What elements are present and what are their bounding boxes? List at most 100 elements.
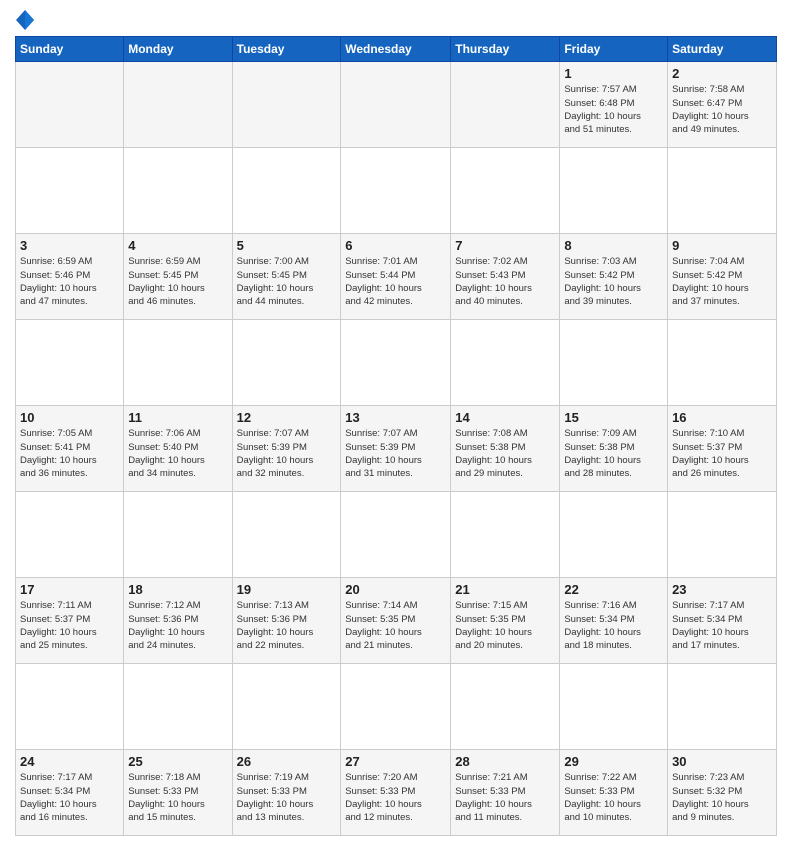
day-cell: 29 Sunrise: 7:22 AM Sunset: 5:33 PM Dayli… [560,750,668,836]
day-cell: 22 Sunrise: 7:16 AM Sunset: 5:34 PM Dayli… [560,578,668,664]
week-row-1: 3 Sunrise: 6:59 AM Sunset: 5:46 PM Daylig… [16,234,777,320]
day-number: 15 [564,410,663,425]
day-number: 5 [237,238,337,253]
day-number: 27 [345,754,446,769]
day-info: Sunrise: 7:20 AM Sunset: 5:33 PM Dayligh… [345,771,446,824]
day-number: 17 [20,582,119,597]
weekday-header-row: SundayMondayTuesdayWednesdayThursdayFrid… [16,37,777,62]
day-cell: 11 Sunrise: 7:06 AM Sunset: 5:40 PM Dayli… [124,406,232,492]
day-number: 12 [237,410,337,425]
day-cell [16,62,124,148]
day-number: 2 [672,66,772,81]
day-cell: 14Sunrise: 7:08 AM Sunset: 5:38 PM Dayli… [451,406,560,492]
header [15,10,777,30]
day-cell: 28 Sunrise: 7:21 AM Sunset: 5:33 PM Dayli… [451,750,560,836]
day-number: 13 [345,410,446,425]
day-cell: 30Sunrise: 7:23 AM Sunset: 5:32 PM Dayli… [668,750,777,836]
day-cell [451,62,560,148]
day-number: 14 [455,410,555,425]
day-info: Sunrise: 7:02 AM Sunset: 5:43 PM Dayligh… [455,255,555,308]
day-info: Sunrise: 7:07 AM Sunset: 5:39 PM Dayligh… [237,427,337,480]
weekday-header-thursday: Thursday [451,37,560,62]
week-row-0: 1 Sunrise: 7:57 AM Sunset: 6:48 PM Daylig… [16,62,777,148]
day-info: Sunrise: 7:17 AM Sunset: 5:34 PM Dayligh… [20,771,119,824]
week-row-2: 10 Sunrise: 7:05 AM Sunset: 5:41 PM Dayli… [16,406,777,492]
divider-row [16,492,777,578]
day-info: Sunrise: 6:59 AM Sunset: 5:45 PM Dayligh… [128,255,227,308]
day-cell [124,62,232,148]
day-info: Sunrise: 7:23 AM Sunset: 5:32 PM Dayligh… [672,771,772,824]
day-number: 10 [20,410,119,425]
day-number: 9 [672,238,772,253]
day-cell: 3 Sunrise: 6:59 AM Sunset: 5:46 PM Daylig… [16,234,124,320]
day-number: 25 [128,754,227,769]
day-cell [341,62,451,148]
day-number: 3 [20,238,119,253]
day-number: 8 [564,238,663,253]
day-info: Sunrise: 7:06 AM Sunset: 5:40 PM Dayligh… [128,427,227,480]
day-info: Sunrise: 7:00 AM Sunset: 5:45 PM Dayligh… [237,255,337,308]
day-info: Sunrise: 7:12 AM Sunset: 5:36 PM Dayligh… [128,599,227,652]
week-row-4: 24 Sunrise: 7:17 AM Sunset: 5:34 PM Dayli… [16,750,777,836]
weekday-header-saturday: Saturday [668,37,777,62]
day-cell: 15 Sunrise: 7:09 AM Sunset: 5:38 PM Dayli… [560,406,668,492]
day-info: Sunrise: 7:01 AM Sunset: 5:44 PM Dayligh… [345,255,446,308]
day-number: 23 [672,582,772,597]
day-number: 1 [564,66,663,81]
day-cell: 4 Sunrise: 6:59 AM Sunset: 5:45 PM Daylig… [124,234,232,320]
day-info: Sunrise: 7:19 AM Sunset: 5:33 PM Dayligh… [237,771,337,824]
day-cell: 9 Sunrise: 7:04 AM Sunset: 5:42 PM Daylig… [668,234,777,320]
weekday-header-friday: Friday [560,37,668,62]
day-cell: 26 Sunrise: 7:19 AM Sunset: 5:33 PM Dayli… [232,750,341,836]
day-number: 29 [564,754,663,769]
divider-row [16,148,777,234]
day-info: Sunrise: 7:03 AM Sunset: 5:42 PM Dayligh… [564,255,663,308]
day-cell [232,62,341,148]
day-info: Sunrise: 7:58 AM Sunset: 6:47 PM Dayligh… [672,83,772,136]
day-cell: 19Sunrise: 7:13 AM Sunset: 5:36 PM Dayli… [232,578,341,664]
day-info: Sunrise: 7:22 AM Sunset: 5:33 PM Dayligh… [564,771,663,824]
day-info: Sunrise: 7:09 AM Sunset: 5:38 PM Dayligh… [564,427,663,480]
day-cell: 10 Sunrise: 7:05 AM Sunset: 5:41 PM Dayli… [16,406,124,492]
weekday-header-wednesday: Wednesday [341,37,451,62]
day-number: 19 [237,582,337,597]
day-cell: 20 Sunrise: 7:14 AM Sunset: 5:35 PM Dayli… [341,578,451,664]
logo [15,10,35,30]
day-cell: 18 Sunrise: 7:12 AM Sunset: 5:36 PM Dayli… [124,578,232,664]
day-info: Sunrise: 7:18 AM Sunset: 5:33 PM Dayligh… [128,771,227,824]
day-number: 21 [455,582,555,597]
day-cell: 27 Sunrise: 7:20 AM Sunset: 5:33 PM Dayli… [341,750,451,836]
day-number: 7 [455,238,555,253]
day-info: Sunrise: 7:10 AM Sunset: 5:37 PM Dayligh… [672,427,772,480]
day-info: Sunrise: 6:59 AM Sunset: 5:46 PM Dayligh… [20,255,119,308]
day-cell: 23Sunrise: 7:17 AM Sunset: 5:34 PM Dayli… [668,578,777,664]
day-info: Sunrise: 7:05 AM Sunset: 5:41 PM Dayligh… [20,427,119,480]
calendar: SundayMondayTuesdayWednesdayThursdayFrid… [15,36,777,836]
day-number: 20 [345,582,446,597]
week-row-3: 17 Sunrise: 7:11 AM Sunset: 5:37 PM Dayli… [16,578,777,664]
divider-row [16,664,777,750]
day-info: Sunrise: 7:11 AM Sunset: 5:37 PM Dayligh… [20,599,119,652]
day-cell: 25 Sunrise: 7:18 AM Sunset: 5:33 PM Dayli… [124,750,232,836]
day-number: 18 [128,582,227,597]
weekday-header-sunday: Sunday [16,37,124,62]
day-number: 26 [237,754,337,769]
day-info: Sunrise: 7:16 AM Sunset: 5:34 PM Dayligh… [564,599,663,652]
day-number: 28 [455,754,555,769]
weekday-header-tuesday: Tuesday [232,37,341,62]
day-cell: 1 Sunrise: 7:57 AM Sunset: 6:48 PM Daylig… [560,62,668,148]
weekday-header-monday: Monday [124,37,232,62]
day-number: 22 [564,582,663,597]
day-info: Sunrise: 7:21 AM Sunset: 5:33 PM Dayligh… [455,771,555,824]
day-info: Sunrise: 7:14 AM Sunset: 5:35 PM Dayligh… [345,599,446,652]
page: SundayMondayTuesdayWednesdayThursdayFrid… [0,0,792,846]
day-number: 4 [128,238,227,253]
day-info: Sunrise: 7:57 AM Sunset: 6:48 PM Dayligh… [564,83,663,136]
day-number: 24 [20,754,119,769]
day-cell: 7 Sunrise: 7:02 AM Sunset: 5:43 PM Daylig… [451,234,560,320]
day-info: Sunrise: 7:07 AM Sunset: 5:39 PM Dayligh… [345,427,446,480]
day-info: Sunrise: 7:04 AM Sunset: 5:42 PM Dayligh… [672,255,772,308]
day-cell: 17 Sunrise: 7:11 AM Sunset: 5:37 PM Dayli… [16,578,124,664]
day-number: 11 [128,410,227,425]
day-cell: 2 Sunrise: 7:58 AM Sunset: 6:47 PM Daylig… [668,62,777,148]
